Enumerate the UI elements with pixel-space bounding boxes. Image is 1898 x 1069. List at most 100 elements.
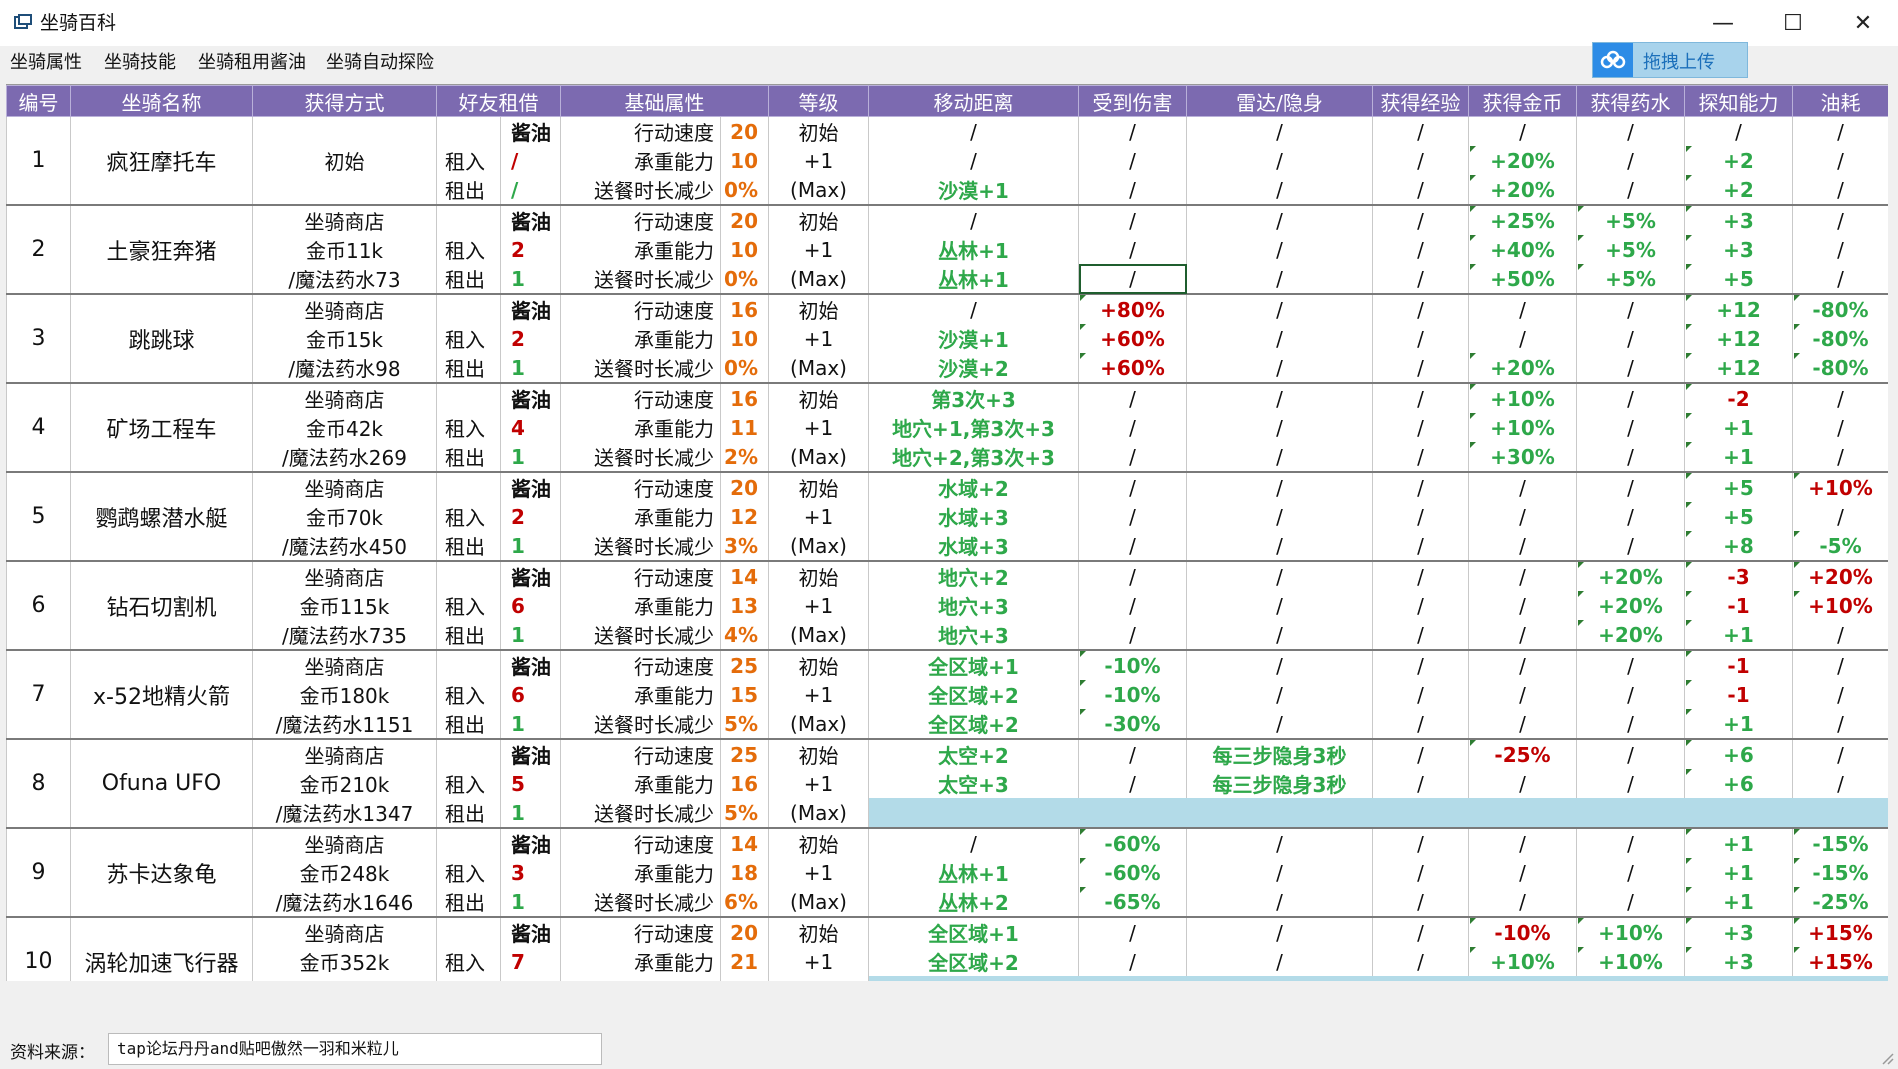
- cell-damage[interactable]: /: [1078, 235, 1187, 264]
- cell-level[interactable]: 初始: [768, 472, 869, 502]
- col-header[interactable]: 好友租借: [436, 85, 561, 117]
- cell-rent-value[interactable]: 5: [500, 769, 561, 798]
- cell-gold[interactable]: /: [1468, 769, 1577, 798]
- cell-rent-label[interactable]: 租入: [436, 591, 501, 620]
- cell-exp[interactable]: /: [1372, 353, 1469, 384]
- cell-id[interactable]: 3: [6, 294, 71, 384]
- cell-radar[interactable]: /: [1186, 442, 1373, 473]
- cell-move[interactable]: 水域+3: [868, 531, 1079, 562]
- cell-gold[interactable]: +20%: [1468, 146, 1577, 175]
- cell-id[interactable]: 2: [6, 205, 71, 295]
- cell-fuel[interactable]: /: [1792, 383, 1888, 413]
- cell-exp[interactable]: /: [1372, 769, 1469, 798]
- cell-damage[interactable]: -30%: [1078, 709, 1187, 740]
- cell-level[interactable]: +1: [768, 947, 869, 976]
- cell-rent-label[interactable]: 租出: [436, 353, 501, 384]
- cell-fuel[interactable]: /: [1792, 709, 1888, 740]
- cell-potion[interactable]: /: [1576, 175, 1685, 206]
- menu-mount-skills[interactable]: 坐骑技能: [104, 51, 176, 75]
- cell-rent-blank[interactable]: [436, 294, 501, 324]
- cell-exp[interactable]: /: [1372, 947, 1469, 976]
- cell-radar[interactable]: /: [1186, 917, 1373, 947]
- cell-rent-value[interactable]: 1: [500, 620, 561, 651]
- cell-source[interactable]: 金币15k: [252, 324, 437, 353]
- cell-detect[interactable]: +1: [1684, 620, 1793, 651]
- cell-potion[interactable]: /: [1576, 887, 1685, 918]
- cell-level[interactable]: 初始: [768, 116, 869, 146]
- cell-base-label[interactable]: 承重能力: [560, 947, 721, 976]
- cell-base-value[interactable]: 12: [720, 502, 769, 531]
- cell-rent-label[interactable]: 租出: [436, 531, 501, 562]
- cell-base-label[interactable]: 承重能力: [560, 413, 721, 442]
- cell-radar[interactable]: /: [1186, 413, 1373, 442]
- cell-rent-head[interactable]: 酱油: [500, 205, 561, 235]
- cell-radar[interactable]: /: [1186, 887, 1373, 918]
- cell-id[interactable]: 6: [6, 561, 71, 651]
- cell-source[interactable]: 坐骑商店: [252, 917, 437, 947]
- col-header[interactable]: 雷达/隐身: [1186, 85, 1373, 117]
- cell-base-label[interactable]: 行动速度: [560, 917, 721, 947]
- cell-level[interactable]: (Max): [768, 709, 869, 740]
- cell-detect[interactable]: +1: [1684, 413, 1793, 442]
- cell-level[interactable]: (Max): [768, 976, 869, 981]
- cell-base-label[interactable]: 送餐时长减少: [560, 531, 721, 562]
- cell-potion[interactable]: /: [1576, 858, 1685, 887]
- cell-rent-label[interactable]: 租入: [436, 502, 501, 531]
- cell-exp[interactable]: /: [1372, 591, 1469, 620]
- cell-detect[interactable]: +1: [1684, 858, 1793, 887]
- cell-fuel[interactable]: /: [1792, 502, 1888, 531]
- cell-base-label[interactable]: 送餐时长减少: [560, 798, 721, 829]
- cell-base-value[interactable]: 16: [720, 294, 769, 324]
- cell-level[interactable]: 初始: [768, 650, 869, 680]
- cell-rent-label[interactable]: 租入: [436, 947, 501, 976]
- cell-source[interactable]: 坐骑商店: [252, 739, 437, 769]
- cell-exp[interactable]: /: [1372, 709, 1469, 740]
- cell-level[interactable]: 初始: [768, 383, 869, 413]
- cell-rent-blank[interactable]: [436, 561, 501, 591]
- cell-level[interactable]: 初始: [768, 205, 869, 235]
- cell-base-label[interactable]: 行动速度: [560, 294, 721, 324]
- cell-rent-value[interactable]: 1: [500, 798, 561, 829]
- cell-base-label[interactable]: 行动速度: [560, 472, 721, 502]
- cell-rent-head[interactable]: 酱油: [500, 383, 561, 413]
- cell-level[interactable]: +1: [768, 591, 869, 620]
- cell-damage[interactable]: /: [1078, 264, 1187, 295]
- cell-id[interactable]: 4: [6, 383, 71, 473]
- cell-fuel[interactable]: /: [1792, 146, 1888, 175]
- cell-damage[interactable]: /: [1078, 561, 1187, 591]
- cell-fuel[interactable]: -15%: [1792, 828, 1888, 858]
- cell-rent-head[interactable]: 酱油: [500, 294, 561, 324]
- cell-base-value[interactable]: 14: [720, 828, 769, 858]
- cell-blank-merged[interactable]: [868, 798, 1888, 829]
- cell-source[interactable]: 金币70k: [252, 502, 437, 531]
- cell-base-value[interactable]: 20: [720, 917, 769, 947]
- cell-mount-name[interactable]: 跳跳球: [70, 294, 253, 384]
- cell-source[interactable]: 金币180k: [252, 680, 437, 709]
- cell-fuel[interactable]: +15%: [1792, 917, 1888, 947]
- cell-level[interactable]: (Max): [768, 531, 869, 562]
- cell-base-value[interactable]: 5%: [720, 798, 769, 829]
- cell-move[interactable]: 地穴+1,第3次+3: [868, 413, 1079, 442]
- cell-rent-blank[interactable]: [436, 472, 501, 502]
- cell-id[interactable]: 10: [6, 917, 71, 981]
- col-header[interactable]: 油耗: [1792, 85, 1888, 117]
- cell-rent-value[interactable]: 1: [500, 887, 561, 918]
- menu-mount-rental[interactable]: 坐骑租用酱油: [198, 51, 306, 75]
- col-header[interactable]: 探知能力: [1684, 85, 1793, 117]
- cell-damage[interactable]: /: [1078, 769, 1187, 798]
- minimize-button[interactable]: —: [1688, 0, 1758, 46]
- cell-level[interactable]: +1: [768, 680, 869, 709]
- cell-gold[interactable]: /: [1468, 680, 1577, 709]
- cell-potion[interactable]: /: [1576, 531, 1685, 562]
- cell-gold[interactable]: +30%: [1468, 442, 1577, 473]
- cell-radar[interactable]: /: [1186, 591, 1373, 620]
- cell-damage[interactable]: -65%: [1078, 887, 1187, 918]
- maximize-button[interactable]: ☐: [1758, 0, 1828, 46]
- cell-source[interactable]: /魔法药水1646: [252, 887, 437, 918]
- cell-base-value[interactable]: 7%: [720, 976, 769, 981]
- cell-exp[interactable]: /: [1372, 858, 1469, 887]
- cell-rent-head[interactable]: 酱油: [500, 739, 561, 769]
- cell-fuel[interactable]: -15%: [1792, 858, 1888, 887]
- cell-potion[interactable]: +20%: [1576, 620, 1685, 651]
- cell-base-value[interactable]: 5%: [720, 709, 769, 740]
